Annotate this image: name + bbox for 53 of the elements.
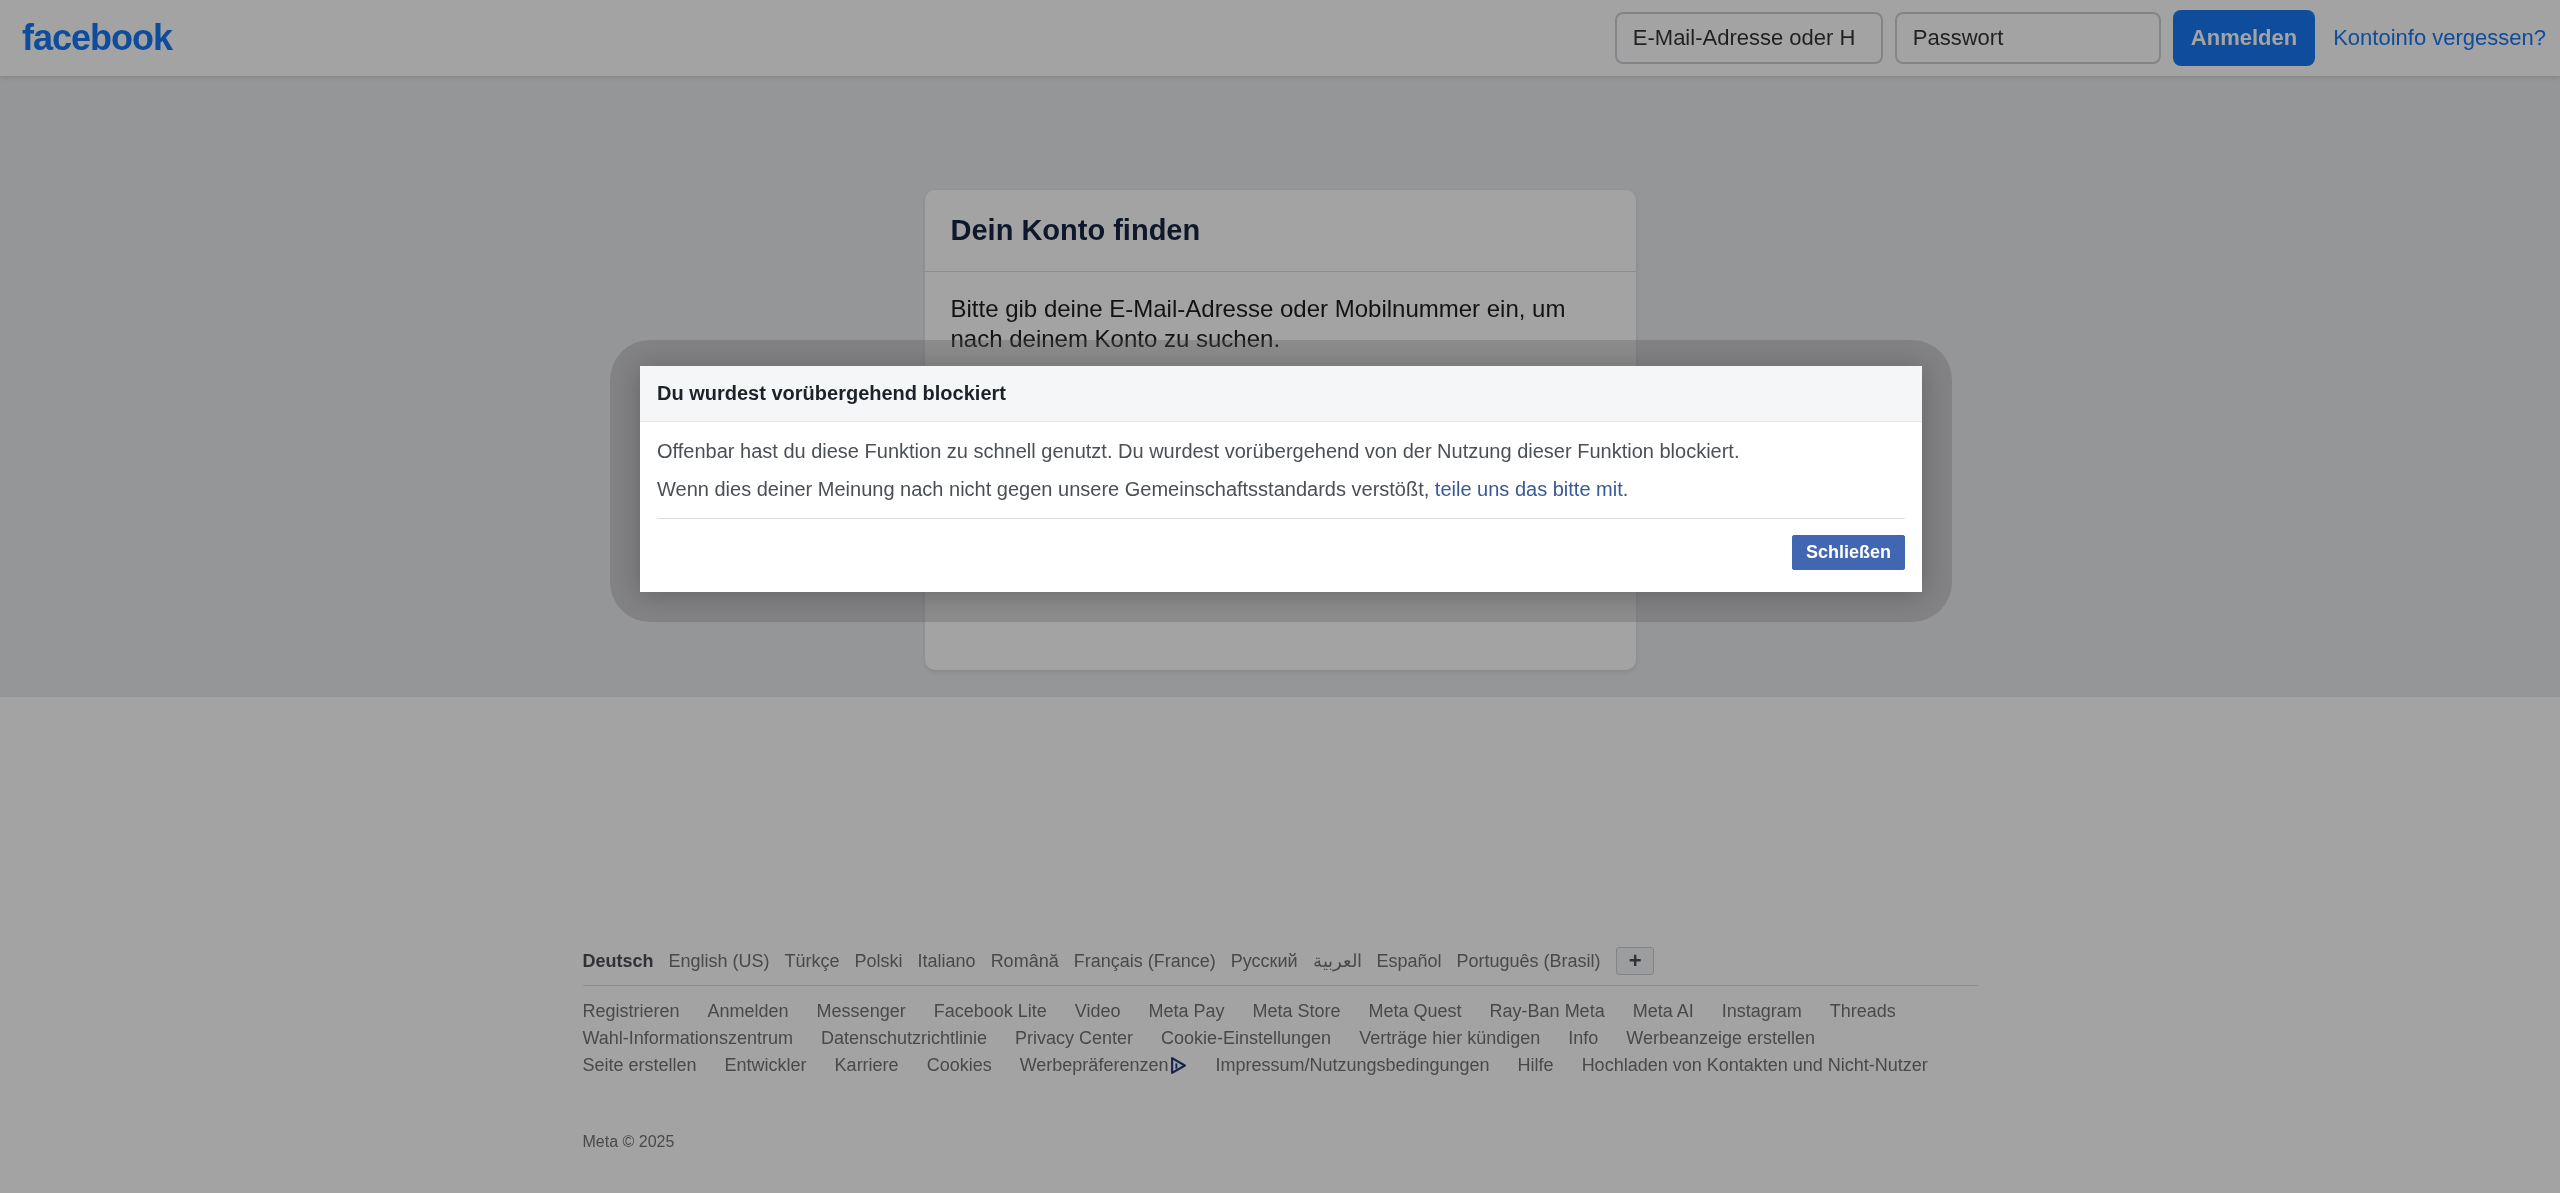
footer-link[interactable]: Instagram <box>1721 998 1802 1025</box>
password-field[interactable]: Passwort <box>1894 12 2161 64</box>
appeal-text: Wenn dies deiner Meinung nach nicht gegen unsere Gemeinschaftsstandards verstößt, teile uns das bitte mit. <box>657 477 1630 502</box>
footer-link[interactable]: Hilfe <box>1517 1052 1554 1079</box>
language-link[interactable]: Português (Brasil) <box>1456 950 1601 972</box>
footer-link[interactable]: Meta Pay <box>1148 998 1225 1025</box>
ad-choices-icon[interactable] <box>1170 1057 1188 1074</box>
footer-link[interactable]: Werbepräferenzen <box>1019 1052 1169 1079</box>
footer-link[interactable]: Hochladen von Kontakten und Nicht-Nutzer <box>1581 1052 1928 1079</box>
email-field[interactable]: E-Mail-Adresse oder H <box>1614 12 1883 64</box>
card-title: Dein Konto finden <box>924 190 1636 272</box>
footer-link[interactable]: Seite erstellen <box>582 1052 697 1079</box>
language-link[interactable]: Deutsch <box>582 950 654 972</box>
footer-link[interactable]: Impressum/Nutzungsbedingungen <box>1215 1052 1490 1079</box>
footer-link[interactable]: Ray-Ban Meta <box>1489 998 1605 1025</box>
language-link[interactable]: Polski <box>854 950 903 972</box>
footer-link[interactable]: Meta Store <box>1252 998 1341 1025</box>
footer-link[interactable]: Cookies <box>926 1052 992 1079</box>
footer-link[interactable]: Meta Quest <box>1368 998 1462 1025</box>
copyright-text: Meta © 2025 <box>582 1133 676 1151</box>
facebook-logo[interactable]: facebook <box>22 17 173 59</box>
login-button[interactable]: Anmelden <box>2172 10 2316 66</box>
language-link[interactable]: Italiano <box>917 950 976 972</box>
dialog-message: Offenbar hast du diese Funktion zu schnell genutzt. Du wurdest vorübergehend von der Nutzung dieser Funktion blockiert. <box>657 439 1741 464</box>
footer-link[interactable]: Entwickler <box>724 1052 807 1079</box>
footer-link[interactable]: Messenger <box>816 998 906 1025</box>
footer-link[interactable]: Wahl-Informationszentrum <box>582 1025 793 1052</box>
footer-link[interactable]: Facebook Lite <box>933 998 1047 1025</box>
language-link[interactable]: Español <box>1376 950 1442 972</box>
dialog-title: Du wurdest vorübergehend blockiert <box>657 382 1006 405</box>
appeal-link[interactable]: teile uns das bitte mit <box>1434 478 1623 500</box>
footer-link[interactable]: Info <box>1568 1025 1599 1052</box>
language-link[interactable]: Français (France) <box>1073 950 1216 972</box>
forgot-account-link[interactable]: Kontoinfo vergessen? <box>2333 25 2546 51</box>
language-link[interactable]: English (US) <box>668 950 770 972</box>
card-text: Bitte gib deine E-Mail-Adresse oder Mobilnummer ein, um nach deinem Konto zu suchen. <box>949 294 1567 354</box>
footer-link[interactable]: Cookie-Einstellungen <box>1161 1025 1332 1052</box>
footer-link[interactable]: Werbeanzeige erstellen <box>1626 1025 1816 1052</box>
close-button[interactable]: Schließen <box>1791 535 1905 570</box>
more-languages-button[interactable]: + <box>1615 947 1655 975</box>
footer-link[interactable]: Registrieren <box>582 998 680 1025</box>
footer-link[interactable]: Video <box>1074 998 1121 1025</box>
footer-link[interactable]: Privacy Center <box>1015 1025 1134 1052</box>
footer-link[interactable]: Meta AI <box>1632 998 1694 1025</box>
language-link[interactable]: Русский <box>1230 950 1298 972</box>
footer-link[interactable]: Datenschutzrichtlinie <box>820 1025 987 1052</box>
footer-link[interactable]: Karriere <box>834 1052 899 1079</box>
language-link[interactable]: العربية <box>1312 950 1362 972</box>
footer-link[interactable]: Threads <box>1829 998 1896 1025</box>
language-link[interactable]: Türkçe <box>784 950 840 972</box>
footer-link[interactable]: Verträge hier kündigen <box>1359 1025 1541 1052</box>
footer-link[interactable]: Anmelden <box>707 998 789 1025</box>
language-link[interactable]: Română <box>990 950 1059 972</box>
